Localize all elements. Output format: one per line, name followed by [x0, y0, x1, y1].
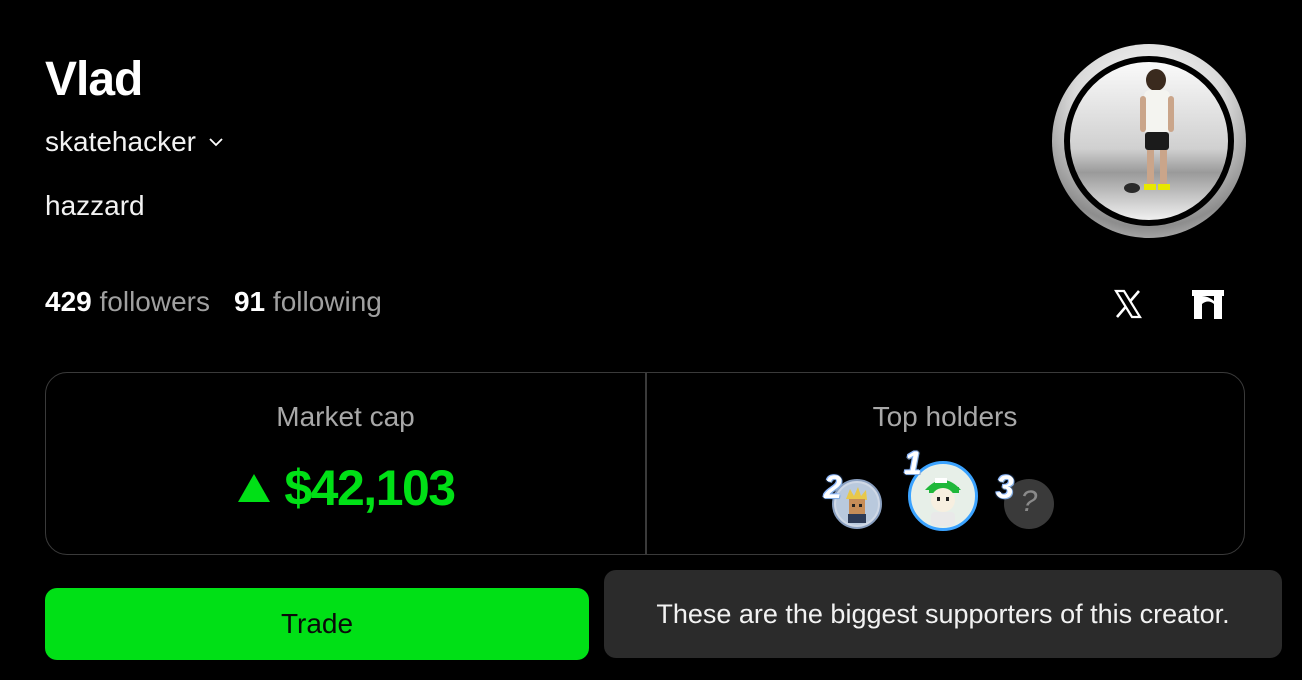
- following-label: following: [272, 286, 382, 317]
- stats: 429 followers 91 following: [45, 286, 382, 318]
- chevron-down-icon: [209, 138, 223, 147]
- x-icon[interactable]: [1110, 286, 1146, 322]
- top-holders-label: Top holders: [872, 401, 1018, 432]
- trend-up-icon: [238, 474, 271, 502]
- market-cap-amount: $42,103: [284, 460, 456, 516]
- followers-count: 429: [45, 286, 92, 317]
- arch-icon[interactable]: [1190, 286, 1226, 322]
- holder-3-rank: 3: [996, 469, 1014, 505]
- handle-dropdown[interactable]: skatehacker: [45, 126, 226, 158]
- avatar-photo: [1064, 56, 1234, 226]
- holder-1-rank: 1: [904, 445, 922, 481]
- top-holders: 2 1 ? 3: [646, 445, 1244, 537]
- handle-label: skatehacker: [45, 126, 196, 157]
- trade-button[interactable]: Trade: [45, 588, 589, 660]
- followers-label: followers: [99, 286, 210, 317]
- followers-stat[interactable]: 429 followers: [45, 286, 210, 318]
- avatar: [1052, 44, 1246, 238]
- bio: hazzard: [45, 190, 145, 221]
- top-holders-tooltip: These are the biggest supporters of this…: [604, 570, 1282, 658]
- market-cap-value: $42,103: [46, 459, 645, 517]
- social-links: [1110, 286, 1226, 322]
- holder-2-rank: 2: [824, 469, 842, 505]
- following-stat[interactable]: 91 following: [234, 286, 382, 318]
- market-cap-label: Market cap: [276, 401, 415, 432]
- stats-card: Market cap $42,103 Top holders 2 1 ? 3: [45, 372, 1245, 555]
- display-name: Vlad: [45, 53, 143, 106]
- following-count: 91: [233, 286, 266, 317]
